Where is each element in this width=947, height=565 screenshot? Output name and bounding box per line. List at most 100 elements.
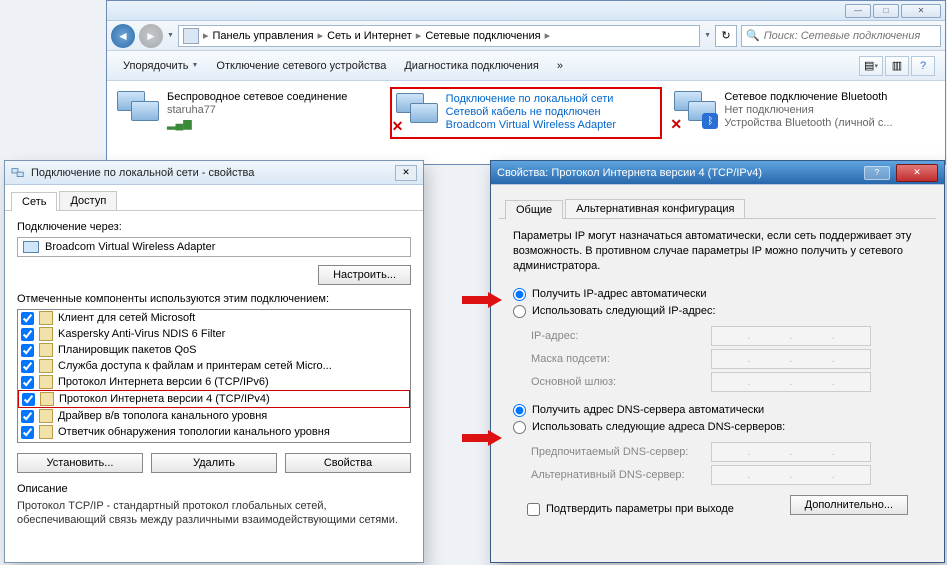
tab-general[interactable]: Общие — [505, 200, 563, 219]
component-checkbox[interactable] — [21, 344, 34, 357]
component-row[interactable]: Протокол Интернета версии 6 (TCP/IPv6) — [18, 374, 410, 390]
tabstrip: Сеть Доступ — [5, 185, 423, 211]
nav-forward-icon[interactable]: ► — [139, 24, 163, 48]
component-row[interactable]: Протокол Интернета версии 4 (TCP/IPv4) — [18, 390, 410, 408]
dialog-body: Параметры IP могут назначаться автоматич… — [499, 219, 936, 526]
search-icon: 🔍 — [746, 29, 760, 42]
breadcrumb[interactable]: ▸ Панель управления ▸ Сеть и Интернет ▸ … — [178, 25, 700, 47]
component-checkbox[interactable] — [21, 360, 34, 373]
gateway-label: Основной шлюз: — [531, 376, 711, 388]
subnet-mask-input: ... — [711, 349, 871, 369]
advanced-button[interactable]: Дополнительно... — [790, 495, 908, 515]
breadcrumb-caret[interactable]: ▼ — [704, 32, 711, 39]
component-checkbox[interactable] — [21, 376, 34, 389]
component-row[interactable]: Драйвер в/в тополога канального уровня — [18, 408, 410, 424]
bluetooth-icon: ᛒ — [702, 113, 718, 129]
connection-title: Подключение по локальной сети — [446, 93, 657, 105]
component-icon — [39, 375, 53, 389]
install-button[interactable]: Установить... — [17, 453, 143, 473]
refresh-button[interactable]: ↻ — [715, 25, 737, 47]
adapter-name: Broadcom Virtual Wireless Adapter — [45, 241, 215, 253]
dialog-titlebar: Подключение по локальной сети - свойства… — [5, 161, 423, 185]
connection-adapter: Устройства Bluetooth (личной с... — [724, 117, 935, 129]
ip-manual-label: Использовать следующий IP-адрес: — [532, 305, 716, 317]
component-label: Протокол Интернета версии 6 (TCP/IPv6) — [58, 376, 269, 388]
toolbar: Упорядочить▼ Отключение сетевого устройс… — [107, 51, 945, 81]
close-button[interactable]: ✕ — [395, 165, 417, 181]
ipv4-properties-dialog: Свойства: Протокол Интернета версии 4 (T… — [490, 160, 945, 563]
properties-button[interactable]: Свойства — [285, 453, 411, 473]
dns-pref-label: Предпочитаемый DNS-сервер: — [531, 446, 711, 458]
component-icon — [39, 327, 53, 341]
preview-pane-button[interactable]: ▥ — [885, 56, 909, 76]
tabstrip: Общие Альтернативная конфигурация — [499, 193, 936, 219]
tab-alternate[interactable]: Альтернативная конфигурация — [565, 199, 745, 218]
nav-history-caret[interactable]: ▼ — [167, 32, 174, 39]
tab-sharing[interactable]: Доступ — [59, 191, 117, 210]
remove-button[interactable]: Удалить — [151, 453, 277, 473]
view-mode-button[interactable]: ▤▾ — [859, 56, 883, 76]
close-button[interactable]: ✕ — [896, 164, 938, 182]
connection-sub: Сетевой кабель не подключен — [446, 106, 657, 118]
component-checkbox[interactable] — [21, 410, 34, 423]
connection-sub: Нет подключения — [724, 104, 935, 116]
component-icon — [39, 425, 53, 439]
help-button[interactable]: ? — [911, 56, 935, 76]
validate-checkbox[interactable] — [527, 503, 540, 516]
disconnect-x-icon: ✕ — [670, 116, 682, 133]
help-button[interactable]: ? — [864, 166, 890, 180]
component-row[interactable]: Служба доступа к файлам и принтерам сете… — [18, 358, 410, 374]
breadcrumb-item[interactable]: Сетевые подключения — [425, 30, 540, 42]
network-icon: ✕ — [396, 93, 440, 133]
connection-title: Беспроводное сетевое соединение — [167, 91, 378, 103]
connection-wireless[interactable]: Беспроводное сетевое соединение staruha7… — [113, 87, 382, 139]
ip-auto-label: Получить IP-адрес автоматически — [532, 288, 706, 300]
maximize-button[interactable]: □ — [873, 4, 899, 18]
ip-manual-radio[interactable] — [513, 305, 526, 318]
component-row[interactable]: Клиент для сетей Microsoft — [18, 310, 410, 326]
component-label: Клиент для сетей Microsoft — [58, 312, 195, 324]
connection-lan[interactable]: ✕ Подключение по локальной сети Сетевой … — [390, 87, 663, 139]
connection-sub: staruha77 — [167, 104, 378, 116]
organize-menu[interactable]: Упорядочить▼ — [117, 56, 204, 76]
component-icon — [39, 359, 53, 373]
minimize-button[interactable]: — — [845, 4, 871, 18]
components-list[interactable]: Клиент для сетей Microsoft Kaspersky Anti… — [17, 309, 411, 443]
breadcrumb-icon — [183, 28, 199, 44]
breadcrumb-item[interactable]: Панель управления — [212, 30, 313, 42]
ip-address-label: IP-адрес: — [531, 330, 711, 342]
configure-button[interactable]: Настроить... — [318, 265, 411, 285]
component-label: Служба доступа к файлам и принтерам сете… — [58, 360, 332, 372]
component-checkbox[interactable] — [21, 312, 34, 325]
toolbar-overflow[interactable]: » — [551, 56, 569, 76]
search-box[interactable]: 🔍 — [741, 25, 941, 47]
tab-network[interactable]: Сеть — [11, 192, 57, 211]
component-checkbox[interactable] — [21, 328, 34, 341]
network-icon — [117, 91, 161, 131]
component-label: Протокол Интернета версии 4 (TCP/IPv4) — [59, 393, 270, 405]
close-button[interactable]: ✕ — [901, 4, 941, 18]
connection-bluetooth[interactable]: ✕ᛒ Сетевое подключение Bluetooth Нет под… — [670, 87, 939, 139]
subnet-mask-label: Маска подсети: — [531, 353, 711, 365]
search-input[interactable] — [764, 30, 936, 42]
dns-auto-radio[interactable] — [513, 404, 526, 417]
dialog-titlebar: Свойства: Протокол Интернета версии 4 (T… — [491, 161, 944, 185]
component-row[interactable]: Ответчик обнаружения топологии канальног… — [18, 424, 410, 440]
component-row[interactable]: Планировщик пакетов QoS — [18, 342, 410, 358]
ip-auto-radio[interactable] — [513, 288, 526, 301]
nav-back-icon[interactable]: ◄ — [111, 24, 135, 48]
component-label: Планировщик пакетов QoS — [58, 344, 197, 356]
component-icon — [40, 392, 54, 406]
component-checkbox[interactable] — [22, 393, 35, 406]
component-icon — [39, 409, 53, 423]
dns-alt-label: Альтернативный DNS-сервер: — [531, 469, 711, 481]
dns-manual-radio[interactable] — [513, 421, 526, 434]
adapter-icon — [23, 241, 39, 253]
component-row[interactable]: Kaspersky Anti-Virus NDIS 6 Filter — [18, 326, 410, 342]
component-icon — [39, 311, 53, 325]
breadcrumb-item[interactable]: Сеть и Интернет — [327, 30, 412, 42]
disable-device-button[interactable]: Отключение сетевого устройства — [210, 56, 392, 76]
component-checkbox[interactable] — [21, 426, 34, 439]
red-arrow-icon — [462, 430, 504, 446]
diagnose-button[interactable]: Диагностика подключения — [398, 56, 544, 76]
